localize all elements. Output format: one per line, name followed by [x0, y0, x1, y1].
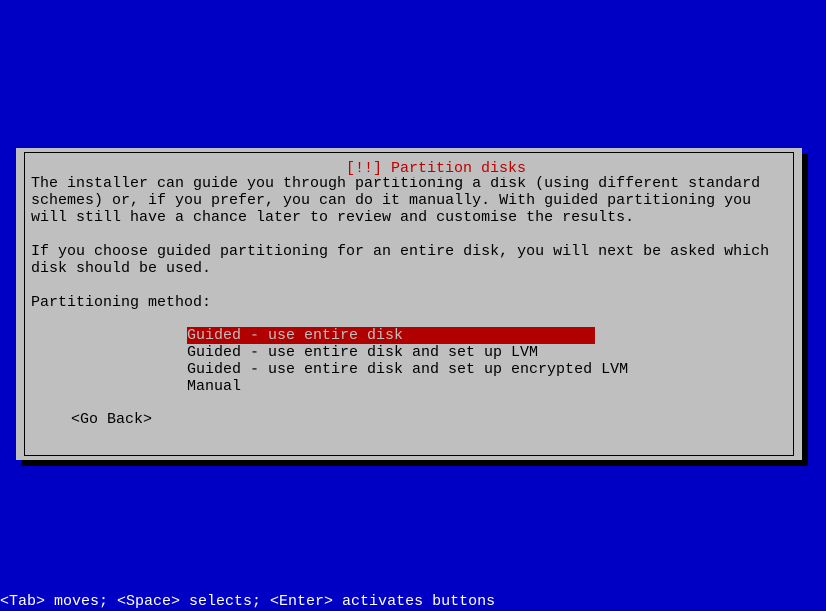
go-back-button[interactable]: <Go Back> [71, 411, 152, 428]
partition-method-options: Guided - use entire disk Guided - use en… [187, 327, 787, 395]
dialog-content: The installer can guide you through part… [25, 153, 793, 434]
dialog-title-wrap: [!!] Partition disks [25, 143, 793, 194]
dialog-border: [!!] Partition disks The installer can g… [24, 152, 794, 456]
dialog-prompt: Partitioning method: [31, 294, 787, 311]
partition-dialog: [!!] Partition disks The installer can g… [16, 148, 802, 460]
dialog-paragraph-2: If you choose guided partitioning for an… [31, 243, 787, 277]
option-guided-lvm[interactable]: Guided - use entire disk and set up LVM [187, 344, 595, 361]
option-manual[interactable]: Manual [187, 378, 595, 395]
spacer [31, 277, 787, 294]
option-guided-entire-disk[interactable]: Guided - use entire disk [187, 327, 595, 344]
help-line: <Tab> moves; <Space> selects; <Enter> ac… [0, 593, 495, 611]
go-back-row: <Go Back> [71, 411, 787, 428]
dialog-title: [!!] Partition disks [342, 160, 530, 177]
option-guided-encrypted-lvm[interactable]: Guided - use entire disk and set up encr… [187, 361, 595, 378]
spacer [31, 226, 787, 243]
